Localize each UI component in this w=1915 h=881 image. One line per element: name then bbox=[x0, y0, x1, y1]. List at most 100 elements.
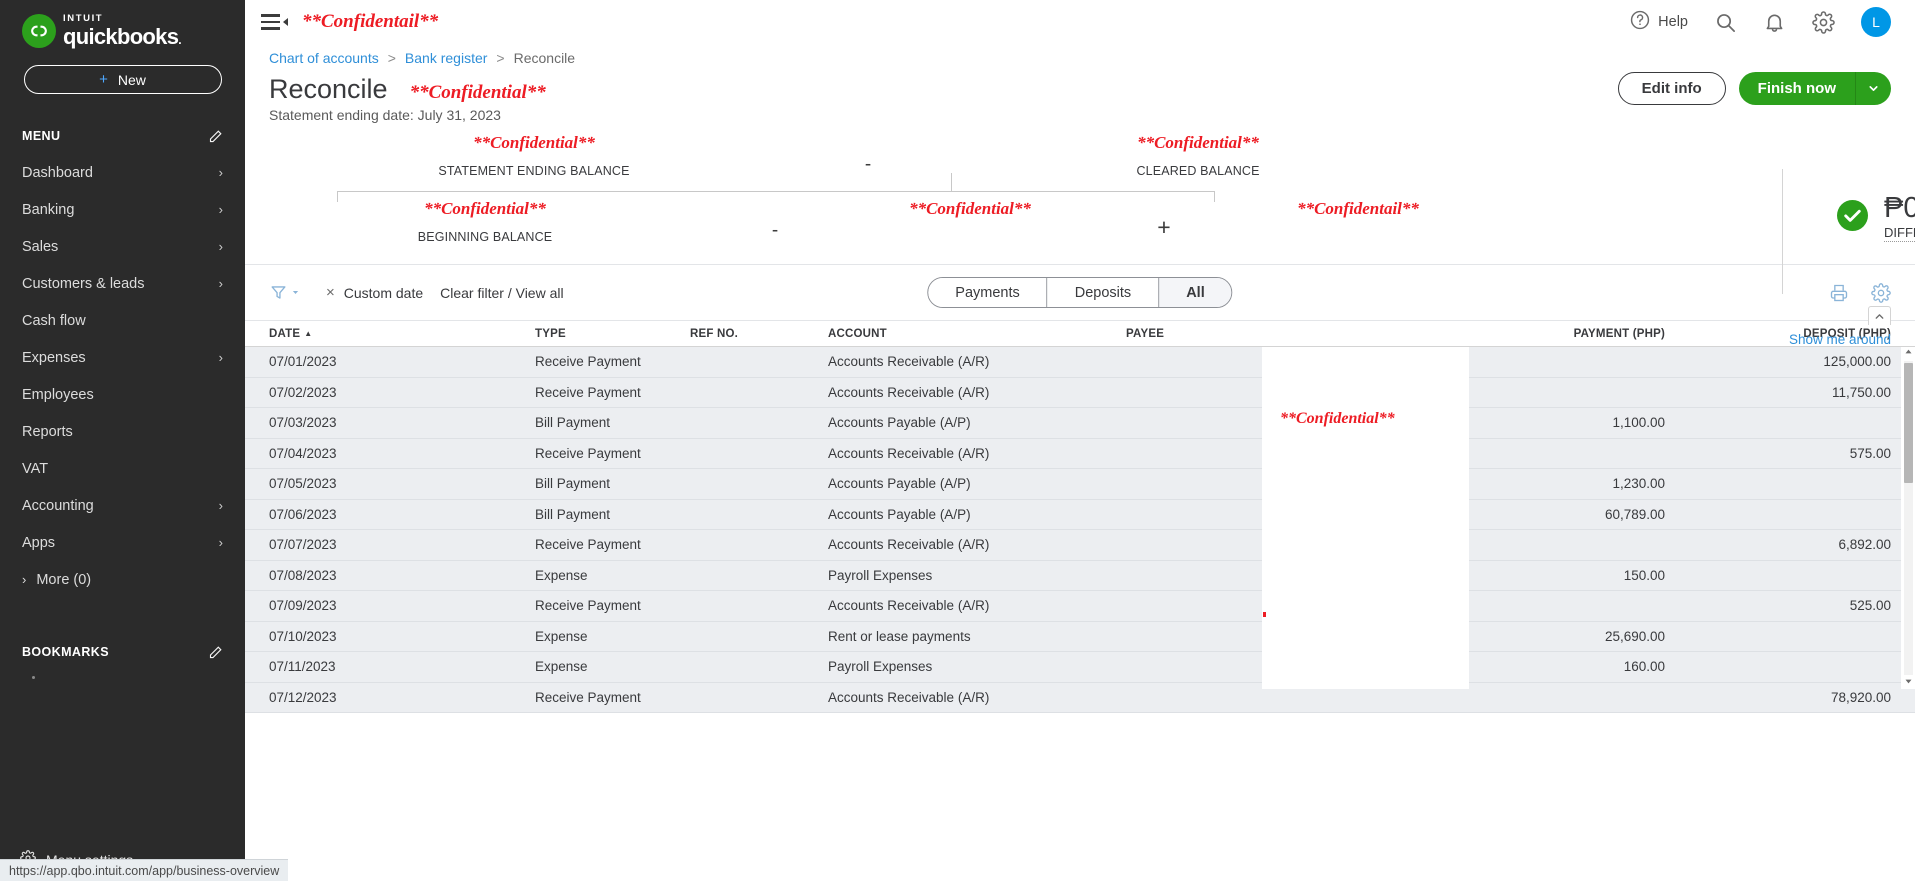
table-row[interactable]: 07/01/2023 Receive Payment Accounts Rece… bbox=[245, 347, 1915, 378]
cell-payment: 1,230.00 bbox=[1612, 476, 1665, 492]
tab-deposits[interactable]: Deposits bbox=[1047, 278, 1160, 307]
table-scrollbar[interactable] bbox=[1901, 347, 1915, 689]
menu-toggle-icon[interactable] bbox=[261, 14, 288, 30]
reconcile-summary: **Confidential** STATEMENT ENDING BALANC… bbox=[245, 127, 1915, 294]
beginning-balance: **Confidential** BEGINNING BALANCE bbox=[245, 199, 725, 244]
cell-deposit: 125,000.00 bbox=[1823, 354, 1891, 370]
cell-account: Accounts Receivable (A/R) bbox=[828, 689, 990, 705]
sidebar-item-banking[interactable]: Banking › bbox=[0, 191, 245, 228]
sidebar-item-reports[interactable]: Reports bbox=[0, 413, 245, 450]
sidebar-item-accounting[interactable]: Accounting › bbox=[0, 487, 245, 524]
table-row[interactable]: 07/07/2023 Receive Payment Accounts Rece… bbox=[245, 530, 1915, 561]
status-bar-url: https://app.qbo.intuit.com/app/business-… bbox=[9, 863, 280, 878]
cell-date: 07/12/2023 bbox=[269, 689, 337, 705]
cell-account: Accounts Receivable (A/R) bbox=[828, 537, 990, 553]
chevron-right-icon: › bbox=[218, 535, 223, 550]
cell-deposit: 78,920.00 bbox=[1830, 689, 1891, 705]
edit-bookmarks-pencil-icon[interactable] bbox=[208, 645, 223, 660]
sidebar-item-employees[interactable]: Employees bbox=[0, 376, 245, 413]
sidebar-item-label: Dashboard bbox=[22, 164, 93, 181]
filter-icon[interactable] bbox=[269, 283, 300, 302]
sidebar-item-cash-flow[interactable]: Cash flow bbox=[0, 302, 245, 339]
difference-value-block: ₱0.00 DIFFERENCE bbox=[1884, 193, 1915, 243]
column-header-account[interactable]: ACCOUNT bbox=[828, 328, 1126, 340]
show-me-around-link[interactable]: Show me around bbox=[1789, 332, 1891, 347]
table-row[interactable]: 07/06/2023 Bill Payment Accounts Payable… bbox=[245, 499, 1915, 530]
sidebar-item-vat[interactable]: VAT bbox=[0, 450, 245, 487]
cell-type: Expense bbox=[535, 659, 588, 675]
sidebar-item-expenses[interactable]: Expenses › bbox=[0, 339, 245, 376]
table-row[interactable]: 07/11/2023 Expense Payroll Expenses 160.… bbox=[245, 652, 1915, 683]
deposits-total: **Confidentail** bbox=[1213, 199, 1503, 230]
cell-account: Accounts Payable (A/P) bbox=[828, 476, 971, 492]
table-settings-gear-icon[interactable] bbox=[1871, 282, 1891, 303]
chevron-right-icon: › bbox=[218, 165, 223, 180]
page-title: Reconcile bbox=[269, 74, 388, 104]
help-button[interactable]: Help bbox=[1629, 9, 1688, 35]
cell-type: Receive Payment bbox=[535, 384, 641, 400]
breadcrumb: Chart of accounts > Bank register > Reco… bbox=[269, 50, 1891, 66]
tab-payments[interactable]: Payments bbox=[928, 278, 1048, 307]
sidebar-item-more[interactable]: › More (0) bbox=[0, 561, 245, 598]
bookmarks-label: BOOKMARKS bbox=[22, 645, 109, 659]
breadcrumb-separator: > bbox=[387, 50, 396, 66]
cell-date: 07/04/2023 bbox=[269, 445, 337, 461]
column-header-date[interactable]: DATE ▲ bbox=[269, 328, 535, 340]
quickbooks-text: quickbooks. bbox=[63, 23, 182, 49]
statement-ending-date: Statement ending date: July 31, 2023 bbox=[269, 107, 501, 123]
table-row[interactable]: 07/09/2023 Receive Payment Accounts Rece… bbox=[245, 591, 1915, 622]
close-icon[interactable]: × bbox=[326, 284, 335, 301]
table-row[interactable]: 07/04/2023 Receive Payment Accounts Rece… bbox=[245, 438, 1915, 469]
cell-date: 07/05/2023 bbox=[269, 476, 337, 492]
column-header-ref-no[interactable]: REF NO. bbox=[690, 328, 828, 340]
cell-deposit: 525.00 bbox=[1849, 598, 1891, 614]
table-row[interactable]: 07/10/2023 Expense Rent or lease payment… bbox=[245, 621, 1915, 652]
edit-info-button[interactable]: Edit info bbox=[1617, 72, 1726, 105]
sidebar-item-label: Employees bbox=[22, 386, 94, 403]
scroll-up-arrow-icon[interactable] bbox=[1904, 347, 1913, 359]
sidebar-item-apps[interactable]: Apps › bbox=[0, 524, 245, 561]
sidebar-item-dashboard[interactable]: Dashboard › bbox=[0, 154, 245, 191]
difference-label[interactable]: DIFFERENCE bbox=[1884, 225, 1915, 243]
table-row[interactable]: 07/05/2023 Bill Payment Accounts Payable… bbox=[245, 469, 1915, 500]
table-row[interactable]: 07/12/2023 Receive Payment Accounts Rece… bbox=[245, 682, 1915, 713]
scrollbar-thumb[interactable] bbox=[1904, 363, 1913, 483]
column-header-payee[interactable]: PAYEE bbox=[1126, 328, 1428, 340]
avatar[interactable]: L bbox=[1861, 7, 1891, 37]
search-icon[interactable] bbox=[1714, 11, 1737, 34]
chevron-down-icon bbox=[292, 291, 299, 294]
app-root: INTUIT quickbooks. + New MENU Dashboard … bbox=[0, 0, 1915, 881]
finish-now-button[interactable]: Finish now bbox=[1738, 72, 1855, 105]
summary-operator-minus-bottom: - bbox=[771, 220, 779, 241]
sidebar-item-customers-leads[interactable]: Customers & leads › bbox=[0, 265, 245, 302]
summary-row-top: **Confidential** STATEMENT ENDING BALANC… bbox=[245, 133, 1535, 178]
tab-all[interactable]: All bbox=[1159, 278, 1232, 307]
header-actions: Edit info Finish now bbox=[1617, 72, 1891, 105]
help-label: Help bbox=[1658, 14, 1688, 30]
clear-filter-link[interactable]: Clear filter / View all bbox=[440, 285, 563, 301]
table-row[interactable]: 07/02/2023 Receive Payment Accounts Rece… bbox=[245, 377, 1915, 408]
sidebar-item-sales[interactable]: Sales › bbox=[0, 228, 245, 265]
notifications-bell-icon[interactable] bbox=[1763, 11, 1786, 34]
quickbooks-logo[interactable]: INTUIT quickbooks. bbox=[0, 0, 245, 48]
cell-type: Bill Payment bbox=[535, 476, 611, 492]
table-row[interactable]: 07/03/2023 Bill Payment Accounts Payable… bbox=[245, 408, 1915, 439]
sidebar-item-label: Apps bbox=[22, 534, 56, 551]
column-header-payment[interactable]: PAYMENT (PHP) bbox=[1428, 328, 1665, 340]
finish-now-dropdown-button[interactable] bbox=[1855, 72, 1891, 105]
print-icon[interactable] bbox=[1829, 283, 1849, 303]
custom-date-filter-chip: × Custom date bbox=[326, 284, 423, 301]
scroll-down-arrow-icon[interactable] bbox=[1904, 677, 1913, 689]
summary-row-bottom: **Confidential** BEGINNING BALANCE - **C… bbox=[245, 199, 1535, 244]
column-header-type[interactable]: TYPE bbox=[535, 328, 690, 340]
table-row[interactable]: 07/08/2023 Expense Payroll Expenses 150.… bbox=[245, 560, 1915, 591]
breadcrumb-bank-register[interactable]: Bank register bbox=[405, 50, 487, 66]
sidebar: INTUIT quickbooks. + New MENU Dashboard … bbox=[0, 0, 245, 881]
new-button[interactable]: + New bbox=[23, 65, 222, 94]
payments-total-value: **Confidential** bbox=[909, 199, 1031, 218]
edit-menu-pencil-icon[interactable] bbox=[208, 129, 223, 144]
settings-gear-icon[interactable] bbox=[1812, 10, 1835, 34]
help-circle-icon bbox=[1629, 9, 1651, 35]
cell-account: Accounts Receivable (A/R) bbox=[828, 445, 990, 461]
breadcrumb-chart-of-accounts[interactable]: Chart of accounts bbox=[269, 50, 379, 66]
